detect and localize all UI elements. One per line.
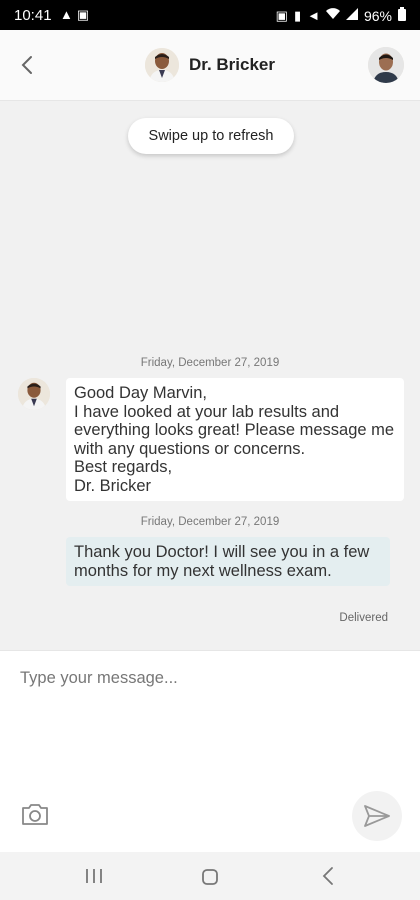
date-separator: Friday, December 27, 2019: [140, 357, 280, 369]
send-button[interactable]: [352, 791, 402, 841]
wifi-icon: [325, 8, 340, 23]
chevron-left-icon: [21, 56, 32, 74]
system-back-button[interactable]: [320, 866, 336, 886]
image-icon: ▣: [76, 7, 94, 22]
message-sender-avatar: [18, 378, 50, 410]
vibrate-icon: ▮: [293, 7, 302, 23]
date-separator: Friday, December 27, 2019: [140, 516, 280, 528]
battery-icon: [398, 7, 406, 24]
notification-icon: ▲: [60, 7, 77, 22]
home-button[interactable]: [201, 868, 219, 886]
outgoing-message-bubble: Thank you Doctor! I will see you in a fe…: [66, 537, 390, 586]
signal-icon: [345, 8, 358, 23]
doctor-name: Dr. Bricker: [189, 55, 275, 74]
header-title[interactable]: Dr. Bricker: [145, 46, 275, 84]
message-composer: [0, 650, 420, 853]
camera-icon: [22, 804, 48, 825]
doctor-avatar: [145, 48, 179, 82]
recents-icon: [86, 869, 102, 883]
back-arrow-icon: [322, 867, 333, 885]
camera-button[interactable]: [20, 801, 50, 827]
back-button[interactable]: [12, 50, 42, 80]
home-icon: [202, 869, 218, 885]
nfc-icon: ▣: [275, 7, 288, 23]
mute-icon: ◄: [307, 8, 320, 23]
battery-percent: 96%: [363, 7, 392, 24]
user-avatar[interactable]: [368, 47, 404, 83]
status-left-icons: ▲▣: [60, 7, 93, 23]
system-nav-bar: [0, 852, 420, 900]
status-right-icons: ▣ ▮ ◄ 96%: [276, 7, 406, 24]
swipe-refresh-hint: Swipe up to refresh: [128, 118, 294, 154]
incoming-message-bubble: Good Day Marvin, I have looked at your l…: [66, 378, 404, 501]
status-time: 10:41: [14, 7, 52, 24]
chat-header: Dr. Bricker: [0, 30, 420, 101]
send-icon: [364, 805, 390, 827]
delivery-status: Delivered: [339, 612, 388, 624]
message-input[interactable]: [18, 663, 402, 693]
status-bar: 10:41 ▲▣ ▣ ▮ ◄ 96%: [0, 0, 420, 30]
recents-button[interactable]: [84, 868, 104, 884]
